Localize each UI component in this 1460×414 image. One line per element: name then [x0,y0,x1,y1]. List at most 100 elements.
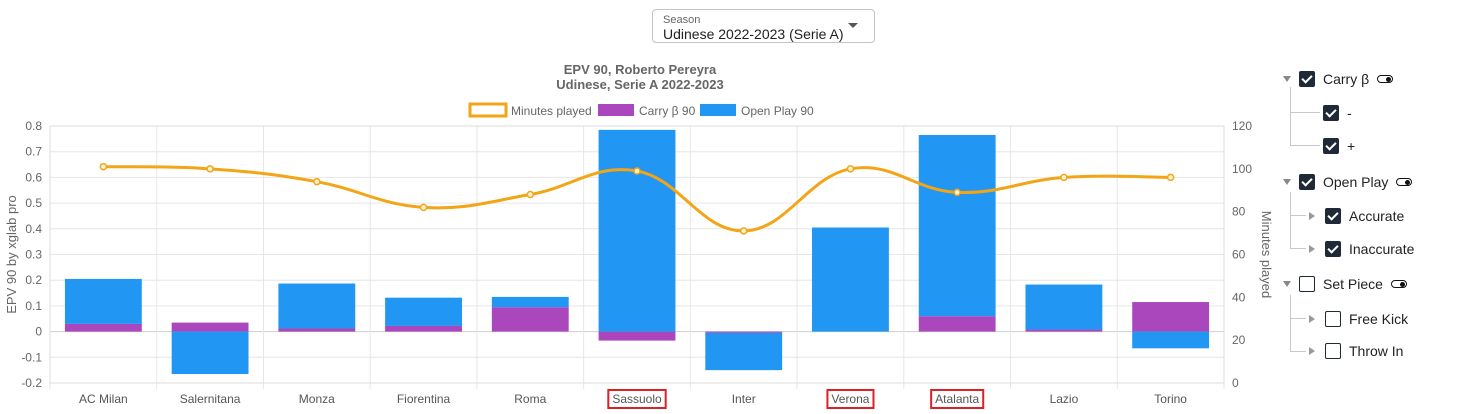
carry-plus-checkbox[interactable] [1323,138,1339,154]
carry-toggle-icon[interactable] [1377,75,1394,83]
legend-label-2: Open Play 90 [741,104,814,118]
bar-carry [1132,302,1210,332]
y-tick-label: -0.1 [21,350,42,364]
bar-carry [1025,329,1103,332]
bar-carry [64,323,142,332]
y2-axis-label: Minutes played [1259,211,1274,298]
y-tick-label: 0.4 [25,222,42,236]
bar-open-play [278,283,356,329]
line-point [99,162,108,171]
open-play-toggle-icon[interactable] [1396,178,1413,186]
y2-tick-label: 120 [1232,119,1252,133]
epv-chart: EPV 90, Roberto PereyraUdinese, Serie A … [4,62,1274,409]
tree-connector [1290,87,1291,145]
line-point [313,177,321,186]
bar-open-play [598,129,676,332]
y2-tick-label: 80 [1232,205,1246,219]
y2-tick-label: 20 [1232,333,1246,347]
line-point [1060,173,1068,182]
x-tick-label: Monza [299,392,335,406]
y-tick-label: 0.2 [25,273,42,287]
bar-open-play [1132,331,1210,349]
line-point [846,165,855,173]
expand-throw-in-icon[interactable] [1309,347,1315,355]
line-point [526,190,535,199]
legend-label-0: Minutes played [511,104,592,118]
throw-in-label: Throw In [1349,343,1404,359]
x-tick-label: Torino [1154,392,1187,406]
set-piece-label: Set Piece [1323,276,1383,292]
line-point [953,188,961,197]
y-tick-label: 0.6 [25,170,42,184]
tree-connector [1290,112,1320,113]
tree-item-carry: Carry β [1283,68,1394,90]
season-select-value: Udinese 2022-2023 (Serie A) [663,26,844,42]
tree-item-accurate: Accurate [1309,205,1404,227]
x-tick-label: Lazio [1050,392,1079,406]
y-tick-label: 0.8 [25,119,42,133]
accurate-checkbox[interactable] [1325,208,1341,224]
legend-swatch-minutes [468,102,508,118]
legend-swatch-2 [700,104,736,116]
inaccurate-label: Inaccurate [1349,241,1415,257]
set-piece-toggle-icon[interactable] [1390,280,1407,288]
x-tick-label: Verona [831,392,869,406]
bar-open-play [171,331,249,375]
carry-minus-label: - [1347,105,1352,121]
tree-item-inaccurate: Inaccurate [1309,238,1414,260]
inaccurate-checkbox[interactable] [1325,241,1341,257]
x-tick-label: Atalanta [935,392,979,406]
carry-label: Carry β [1323,71,1370,87]
legend-label-1: Carry β 90 [639,104,696,118]
open-play-checkbox[interactable] [1299,174,1315,190]
chart-title: EPV 90, Roberto Pereyra [564,62,717,77]
bar-open-play [812,227,889,332]
legend-swatch-1 [598,104,634,116]
bar-carry [705,331,783,333]
y-axis-label: EPV 90 by xglab pro [4,195,19,314]
y2-tick-label: 100 [1232,162,1252,176]
carry-minus-checkbox[interactable] [1323,105,1339,121]
open-play-label: Open Play [1323,174,1389,190]
bar-open-play [705,332,783,371]
set-piece-checkbox[interactable] [1299,276,1315,292]
y-tick-label: 0 [35,325,42,339]
chart-subtitle: Udinese, Serie A 2022-2023 [556,77,723,92]
filter-tree: Carry β - + Open Play Accurate Inaccurat… [1278,60,1458,370]
tree-item-carry-minus: - [1323,102,1352,124]
x-tick-label: Sassuolo [612,392,662,406]
y2-tick-label: 60 [1232,248,1246,262]
line-point [633,167,641,175]
y-tick-label: 0.5 [25,196,42,210]
season-select[interactable]: Season Udinese 2022-2023 (Serie A) [652,9,875,43]
bar-open-play [64,278,142,324]
accurate-label: Accurate [1349,208,1405,224]
tree-item-carry-plus: + [1323,135,1355,157]
bar-carry [598,331,676,341]
free-kick-label: Free Kick [1349,311,1409,327]
bar-carry [491,307,569,332]
expand-inaccurate-icon[interactable] [1309,245,1315,253]
expand-free-kick-icon[interactable] [1309,315,1315,323]
expand-accurate-icon[interactable] [1309,212,1315,220]
line-point [739,227,748,235]
y-tick-label: 0.3 [25,248,42,262]
expand-set-piece-icon[interactable] [1283,281,1291,287]
bar-carry [278,328,356,332]
expand-carry-icon[interactable] [1283,76,1291,82]
y2-tick-label: 0 [1232,376,1239,390]
line-point [419,203,428,212]
carry-checkbox[interactable] [1299,71,1315,87]
tree-connector [1290,145,1320,146]
free-kick-checkbox[interactable] [1325,311,1341,327]
throw-in-checkbox[interactable] [1325,343,1341,359]
tree-item-set-piece: Set Piece [1283,273,1407,295]
carry-plus-label: + [1347,138,1356,154]
tree-item-free-kick: Free Kick [1309,308,1408,330]
tree-connector [1290,351,1306,352]
x-tick-label: Salernitana [180,392,241,406]
bar-open-play [491,296,569,308]
tree-item-throw-in: Throw In [1309,340,1403,362]
expand-open-play-icon[interactable] [1283,179,1291,185]
x-tick-label: Fiorentina [397,392,451,406]
